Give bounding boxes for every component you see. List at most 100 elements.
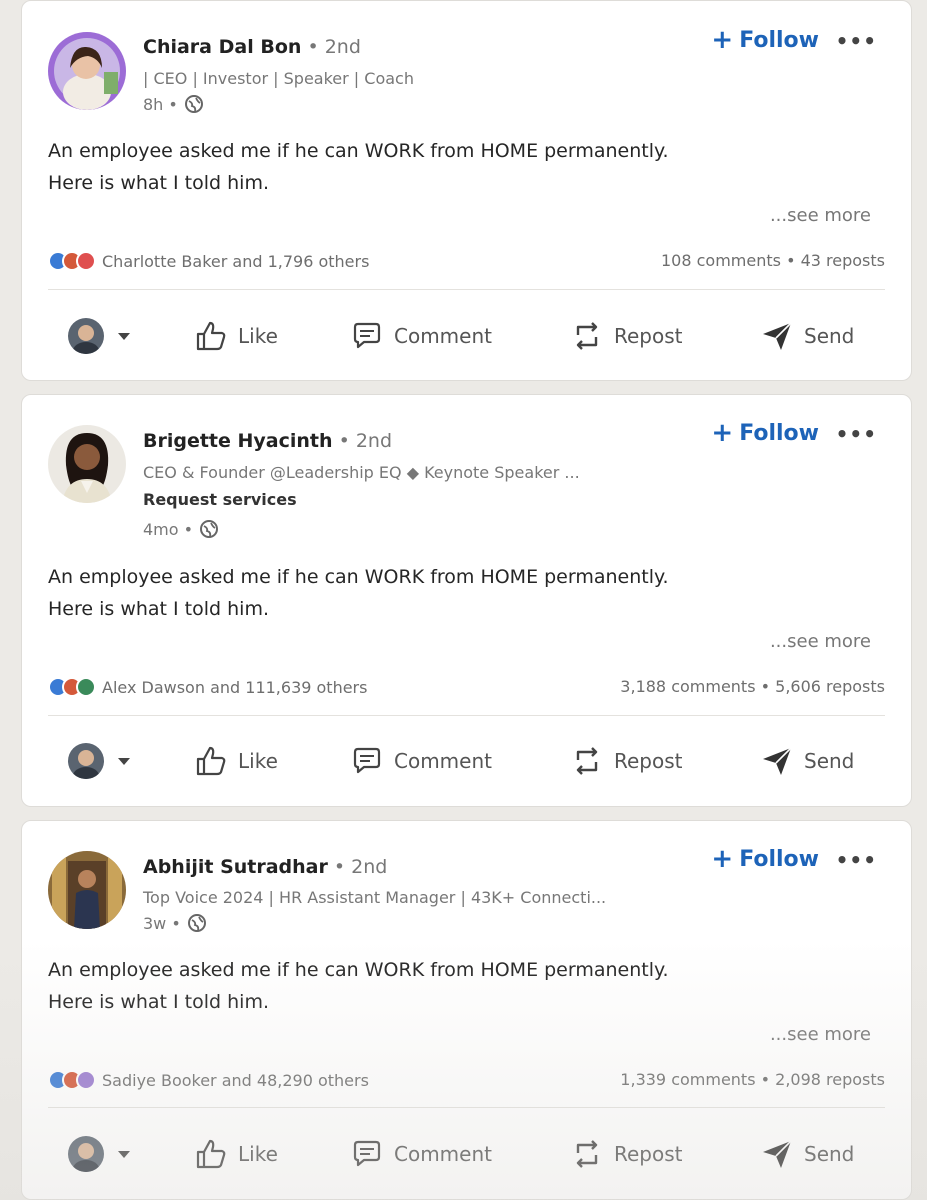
user-avatar [68,743,104,779]
author-name[interactable]: Chiara Dal Bon • 2nd [143,36,361,58]
reaction-icons [48,1070,96,1090]
follow-button[interactable]: + Follow [711,846,819,872]
post-timestamp: 8h • [143,94,204,114]
send-button[interactable]: Send [760,306,854,366]
action-bar: Like Comment Repost Send [22,731,911,791]
author-headline: | CEO | Investor | Speaker | Coach [143,69,414,88]
follow-label: Follow [739,846,819,872]
support-reaction-icon [76,677,96,697]
time-separator: • [163,94,178,114]
post-body-line: An employee asked me if he can WORK from… [48,566,669,588]
reactions-summary[interactable]: Sadiye Booker and 48,290 others [48,1070,369,1090]
post-card: Abhijit Sutradhar • 2nd Top Voice 2024 |… [21,820,912,1200]
follow-label: Follow [739,27,819,53]
like-label: Like [238,1142,278,1166]
like-button[interactable]: Like [194,1124,278,1184]
post-timestamp: 3w • [143,913,207,933]
more-options-icon[interactable]: ••• [836,848,877,872]
like-icon [196,746,226,776]
comments-reposts-count[interactable]: 3,188 comments • 5,606 reposts [620,677,885,696]
globe-icon [184,95,203,113]
send-label: Send [804,1142,855,1166]
author-name[interactable]: Brigette Hyacinth • 2nd [143,430,392,452]
comment-button[interactable]: Comment [350,306,492,366]
request-services-link[interactable]: Request services [143,490,297,509]
repost-button[interactable]: Repost [570,306,683,366]
like-label: Like [238,324,278,348]
more-options-icon[interactable]: ••• [836,29,877,53]
author-avatar[interactable] [48,851,126,929]
comment-button[interactable]: Comment [350,731,492,791]
see-more-link[interactable]: ...see more [770,631,871,652]
feed: Chiara Dal Bon • 2nd | CEO | Investor | … [0,0,927,1200]
like-button[interactable]: Like [194,306,278,366]
post-body-line: Here is what I told him. [48,598,269,620]
reactions-summary[interactable]: Alex Dawson and 111,639 others [48,677,367,697]
comment-button[interactable]: Comment [350,1124,492,1184]
globe-icon [200,520,219,538]
reactions-text: Charlotte Baker and 1,796 others [102,251,370,271]
post-body-line: Here is what I told him. [48,991,269,1013]
repost-button[interactable]: Repost [570,731,683,791]
author-avatar[interactable] [48,32,126,110]
reactions-summary[interactable]: Charlotte Baker and 1,796 others [48,251,369,271]
comment-icon [353,747,381,774]
send-label: Send [804,324,855,348]
author-name[interactable]: Abhijit Sutradhar • 2nd [143,856,387,878]
comments-reposts-count[interactable]: 108 comments • 43 reposts [661,251,885,270]
chevron-down-icon [118,757,130,765]
divider [48,715,885,716]
repost-button[interactable]: Repost [570,1124,683,1184]
author-headline: CEO & Founder @Leadership EQ ◆ Keynote S… [143,463,580,482]
post-body: An employee asked me if he can WORK from… [48,561,669,625]
action-bar: Like Comment Repost Send [22,306,911,366]
author-name-text[interactable]: Brigette Hyacinth [143,430,333,452]
post-body-line: An employee asked me if he can WORK from… [48,140,669,162]
degree-separator: • [338,430,356,452]
reaction-icons [48,677,96,697]
reactions-text: Sadiye Booker and 48,290 others [102,1070,369,1090]
like-label: Like [238,749,278,773]
like-icon [196,1139,226,1169]
comment-icon [353,1140,381,1167]
repost-label: Repost [614,324,683,348]
comment-icon [353,322,381,349]
comments-reposts-count[interactable]: 1,339 comments • 2,098 reposts [620,1070,885,1089]
chevron-down-icon [118,1150,130,1158]
post-time: 4mo [143,519,179,539]
post-timestamp: 4mo • [143,519,219,539]
love-reaction-icon [76,251,96,271]
degree-separator: • [307,36,325,58]
repost-icon [576,322,598,350]
connection-degree: 2nd [351,856,388,878]
send-icon [763,747,792,775]
divider [48,289,885,290]
repost-icon [576,747,598,775]
send-button[interactable]: Send [760,731,854,791]
author-name-text[interactable]: Abhijit Sutradhar [143,856,328,878]
connection-degree: 2nd [324,36,361,58]
plus-icon: + [711,844,734,874]
reaction-identity-selector[interactable] [68,731,130,791]
repost-label: Repost [614,1142,683,1166]
follow-button[interactable]: + Follow [711,27,819,53]
author-name-text[interactable]: Chiara Dal Bon [143,36,301,58]
degree-separator: • [333,856,352,878]
like-button[interactable]: Like [194,731,278,791]
user-avatar [68,318,104,354]
post-card: Brigette Hyacinth • 2nd CEO & Founder @L… [21,394,912,807]
author-headline: Top Voice 2024 | HR Assistant Manager | … [143,888,607,907]
more-options-icon[interactable]: ••• [836,422,877,446]
reaction-identity-selector[interactable] [68,306,130,366]
comment-label: Comment [394,749,492,773]
see-more-link[interactable]: ...see more [770,1024,871,1045]
follow-button[interactable]: + Follow [711,420,819,446]
user-avatar [68,1136,104,1172]
post-body: An employee asked me if he can WORK from… [48,135,669,199]
send-button[interactable]: Send [760,1124,854,1184]
plus-icon: + [711,25,734,55]
reaction-identity-selector[interactable] [68,1124,130,1184]
author-avatar[interactable] [48,425,126,503]
reaction-icons [48,251,96,271]
see-more-link[interactable]: ...see more [770,205,871,226]
